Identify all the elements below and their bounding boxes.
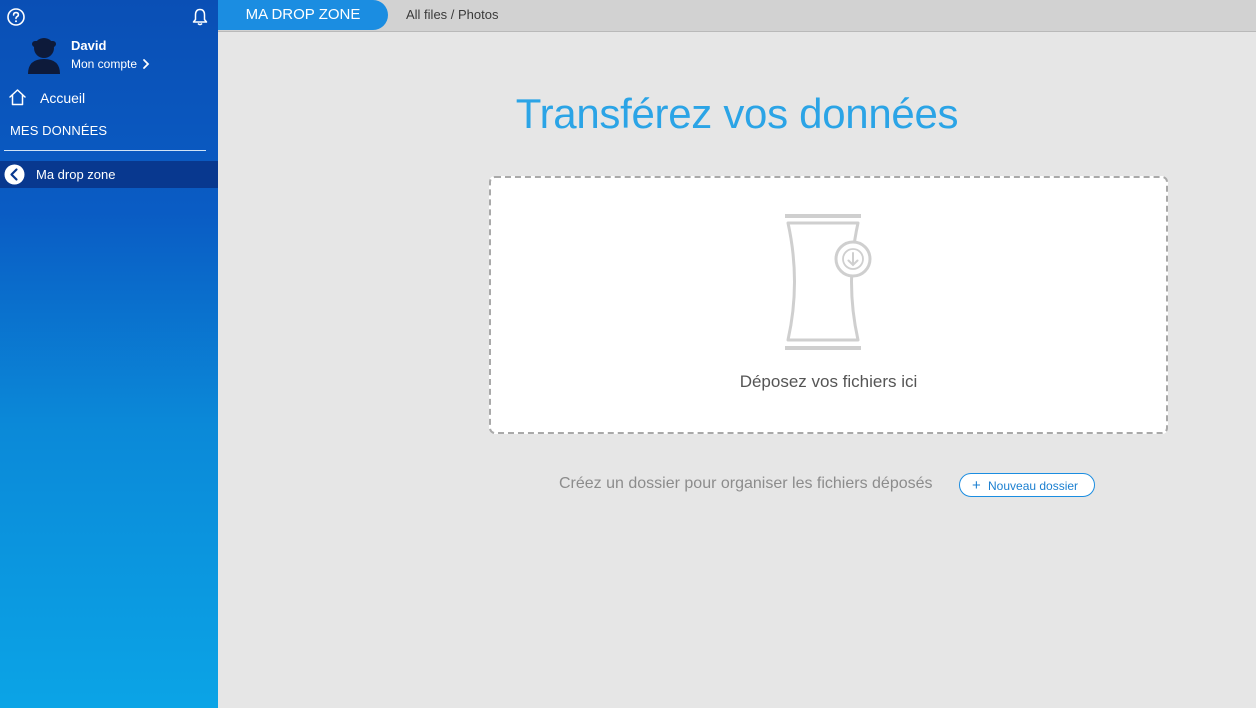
sidebar-item-label: Accueil [40,90,86,106]
sidebar-item-label: Ma drop zone [36,167,116,182]
sidebar: David Mon compte Accueil MES DONNÉES Ma … [0,0,218,708]
sidebar-item-drop-zone[interactable]: Ma drop zone [0,161,218,188]
plus-icon: + [972,477,981,494]
section-heading-my-data: MES DONNÉES [10,123,108,138]
sidebar-top-icons [0,0,218,34]
top-bar: MA DROP ZONE All files / Photos [218,0,1256,32]
page-title: Transférez vos données [515,90,959,137]
user-name: David [71,38,107,53]
new-folder-label: Nouveau dossier [988,479,1079,493]
section-divider [4,150,206,151]
home-icon [9,89,26,106]
new-folder-button[interactable]: + Nouveau dossier [959,473,1095,497]
bell-icon[interactable] [190,7,210,27]
account-link-label: Mon compte [71,57,138,71]
file-drop-zone[interactable]: Déposez vos fichiers ici [489,176,1168,434]
sidebar-item-home[interactable]: Accueil [0,86,218,112]
drop-zone-icon [785,214,872,350]
create-folder-row: Créez un dossier pour organiser les fich… [559,472,1119,500]
back-icon[interactable] [4,164,25,185]
drop-zone-label: Déposez vos fichiers ici [739,372,918,391]
breadcrumb[interactable]: All files / Photos [406,7,499,22]
chevron-right-icon [143,59,150,69]
create-folder-hint: Créez un dossier pour organiser les fich… [559,475,933,492]
user-account-link[interactable]: David Mon compte [26,36,216,76]
help-icon[interactable] [7,8,25,26]
tab-drop-zone[interactable]: MA DROP ZONE [218,0,388,30]
avatar [28,38,60,74]
